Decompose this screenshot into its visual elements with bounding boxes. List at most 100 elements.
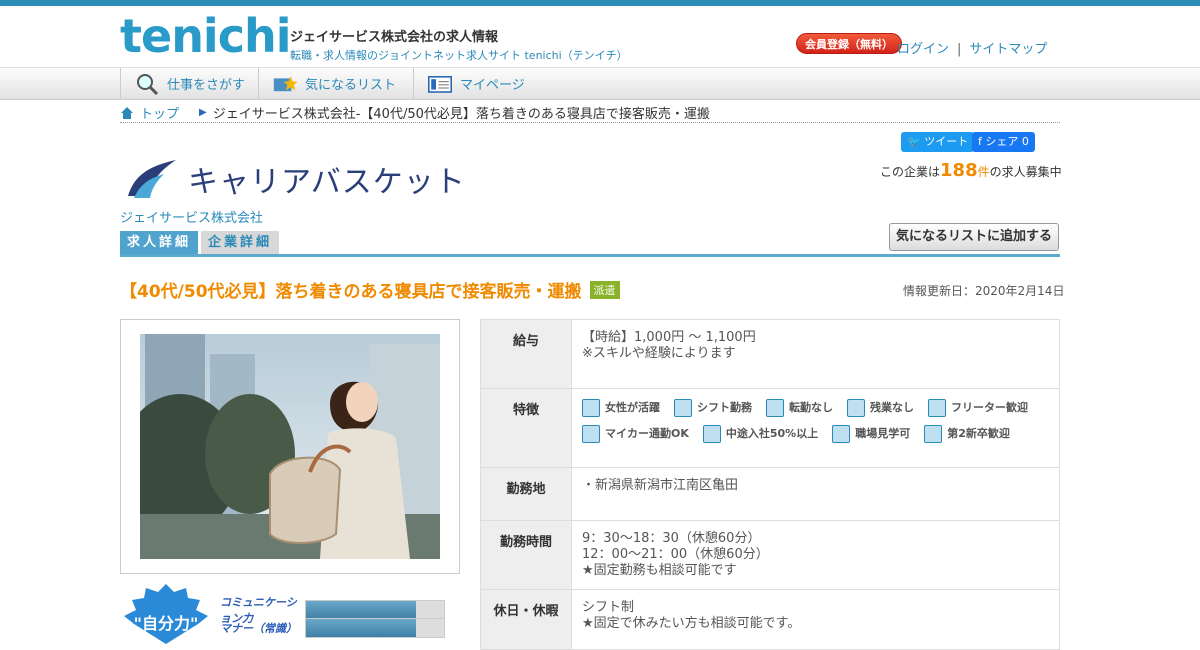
feature-label: フリーター歓迎 <box>951 401 1028 414</box>
nav-favorites[interactable]: 気になるリスト <box>258 68 396 99</box>
nav-label: 仕事をさがす <box>167 78 246 93</box>
feature-item: 中途入社50%以上 <box>702 425 819 443</box>
row-label: 休日・休暇 <box>480 589 572 650</box>
skill-bar-fill <box>306 601 417 619</box>
home-icon <box>121 106 133 119</box>
table-row: 給与 【時給】1,000円 ～ 1,100円 ※スキルや経験によります <box>480 319 1060 389</box>
add-to-list-button[interactable]: 気になるリストに追加する <box>889 223 1060 251</box>
skill-bar <box>305 618 445 638</box>
feature-item: 職場見学可 <box>832 425 910 443</box>
feature-icon <box>674 399 692 417</box>
table-row: 勤務地 ・新潟県新潟市江南区亀田 <box>480 467 1060 521</box>
company-logo: キャリアバスケット <box>124 156 466 202</box>
register-button[interactable]: 会員登録（無料） <box>796 33 902 54</box>
job-detail-table: 給与 【時給】1,000円 ～ 1,100円 ※スキルや経験によります 特徴 女… <box>480 319 1060 650</box>
hours-value: 9：30～18：30（休憩60分） 12：00～21：00（休憩60分） ★固定… <box>571 520 1060 590</box>
feature-icon <box>582 425 600 443</box>
feature-label: マイカー通勤OK <box>605 427 689 440</box>
feature-label: 中途入社50%以上 <box>725 427 819 440</box>
facebook-share-button[interactable]: f シェア 0 <box>972 132 1035 152</box>
hours-line: 9：30～18：30（休憩60分） <box>582 531 761 546</box>
feature-label: 第2新卒歓迎 <box>947 427 1010 440</box>
holiday-value: シフト制 ★固定で休みたい方も相談可能です。 <box>571 589 1060 650</box>
tab-job-detail[interactable]: 求人詳細 <box>120 231 199 254</box>
tweet-label: ツイート <box>924 135 969 148</box>
feature-item: 女性が活躍 <box>582 399 660 417</box>
feature-label: 残業なし <box>870 401 914 414</box>
feature-item: 転勤なし <box>766 399 833 417</box>
job-photo-frame <box>120 319 460 574</box>
job-photo <box>140 334 440 559</box>
nav-label: マイページ <box>460 78 525 93</box>
feature-icon <box>582 399 600 417</box>
tab-underline <box>120 254 1060 257</box>
row-label: 特徴 <box>480 388 572 468</box>
skill-bar <box>305 600 445 620</box>
table-row: 休日・休暇 シフト制 ★固定で休みたい方も相談可能です。 <box>480 589 1060 650</box>
search-icon <box>135 72 159 96</box>
feature-label: 職場見学可 <box>855 427 911 440</box>
folder-star-icon <box>273 72 297 96</box>
job-title: 【40代/50代必見】落ち着きのある寝具店で接客販売・運搬 派遣 <box>120 277 620 302</box>
card-icon <box>428 72 452 96</box>
job-count[interactable]: 188 <box>940 160 978 181</box>
row-label: 給与 <box>480 319 572 389</box>
skill-badge: "自分力" <box>120 584 212 644</box>
features-value: 女性が活躍 シフト勤務 転勤なし 残業なし フリーター歓迎マイカー通勤OK 中途入社50%… <box>571 388 1060 468</box>
count-prefix: この企業は <box>880 165 941 179</box>
table-row: 勤務時間 9：30～18：30（休憩60分） 12：00～21：00（休憩60分… <box>480 520 1060 590</box>
link-separator: | <box>957 42 962 57</box>
sitemap-link[interactable]: サイトマップ <box>969 42 1047 57</box>
breadcrumb-arrow-icon: ▶ <box>199 107 207 118</box>
login-link[interactable]: ログイン <box>897 42 949 57</box>
location-value: ・新潟県新潟市江南区亀田 <box>571 467 1060 521</box>
breadcrumb-current: ジェイサービス株式会社-【40代/50代必見】落ち着きのある寝具店で接客販売・運… <box>212 107 710 122</box>
job-title-text: 【40代/50代必見】落ち着きのある寝具店で接客販売・運搬 <box>120 282 582 302</box>
detail-tabs: 求人詳細 企業詳細 <box>120 231 280 254</box>
feature-label: シフト勤務 <box>697 401 752 414</box>
feature-label: 転勤なし <box>789 401 833 414</box>
feature-icon <box>702 425 721 443</box>
feature-icon <box>928 399 946 417</box>
salary-note: ※スキルや経験によります <box>582 346 736 361</box>
skill-label: マナー（常識） <box>220 622 297 635</box>
feature-icon <box>924 425 943 443</box>
row-label: 勤務地 <box>480 467 572 521</box>
breadcrumb: トップ ▶ ジェイサービス株式会社-【40代/50代必見】落ち着きのある寝具店で… <box>120 103 1060 123</box>
count-suffix: の求人募集中 <box>989 165 1062 179</box>
row-label: 勤務時間 <box>480 520 572 590</box>
feature-icon <box>766 399 784 417</box>
site-logo[interactable]: tenichi <box>120 12 291 60</box>
count-unit: 件 <box>977 165 990 179</box>
salary-line: 【時給】1,000円 ～ 1,100円 <box>582 330 756 345</box>
header-links: ログイン | サイトマップ <box>897 38 1047 57</box>
job-count-text: この企業は188件の求人募集中 <box>880 160 1062 181</box>
career-basket-icon <box>128 160 176 198</box>
feature-item: マイカー通勤OK <box>582 425 689 443</box>
nav-search-jobs[interactable]: 仕事をさがす <box>120 68 245 99</box>
nav-mypage[interactable]: マイページ <box>413 68 525 99</box>
hours-line: 12：00～21：00（休憩60分） <box>582 547 769 562</box>
feature-icon <box>832 425 851 443</box>
feature-item: 残業なし <box>847 399 914 417</box>
hours-note: ★固定勤務も相談可能です <box>582 563 737 578</box>
skill-bar-fill <box>306 619 417 637</box>
feature-icon <box>847 399 865 417</box>
breadcrumb-home[interactable]: トップ <box>140 103 179 122</box>
employment-type-badge: 派遣 <box>589 281 620 299</box>
feature-label: 女性が活躍 <box>605 401 660 414</box>
tab-company-detail[interactable]: 企業詳細 <box>201 231 280 254</box>
facebook-icon: f <box>978 135 982 148</box>
skill-badge-label: "自分力" <box>133 614 199 633</box>
company-name[interactable]: ジェイサービス株式会社 <box>120 207 263 226</box>
tweet-button[interactable]: 🐦 ツイート <box>901 132 975 152</box>
company-logo-text: キャリアバスケット <box>188 165 466 200</box>
holiday-line: シフト制 <box>582 600 635 615</box>
salary-value: 【時給】1,000円 ～ 1,100円 ※スキルや経験によります <box>571 319 1060 389</box>
header-title: ジェイサービス株式会社の求人情報 <box>290 30 499 45</box>
table-row: 特徴 女性が活躍 シフト勤務 転勤なし 残業なし フリーター歓迎マイカー通勤OK 中途入社… <box>480 388 1060 468</box>
site-header: tenichi ジェイサービス株式会社の求人情報 転職・求人情報のジョイントネッ… <box>0 6 1200 67</box>
twitter-icon: 🐦 <box>907 135 921 148</box>
feature-item: フリーター歓迎 <box>928 399 1028 417</box>
skill-row: マナー（常識） <box>220 618 445 638</box>
